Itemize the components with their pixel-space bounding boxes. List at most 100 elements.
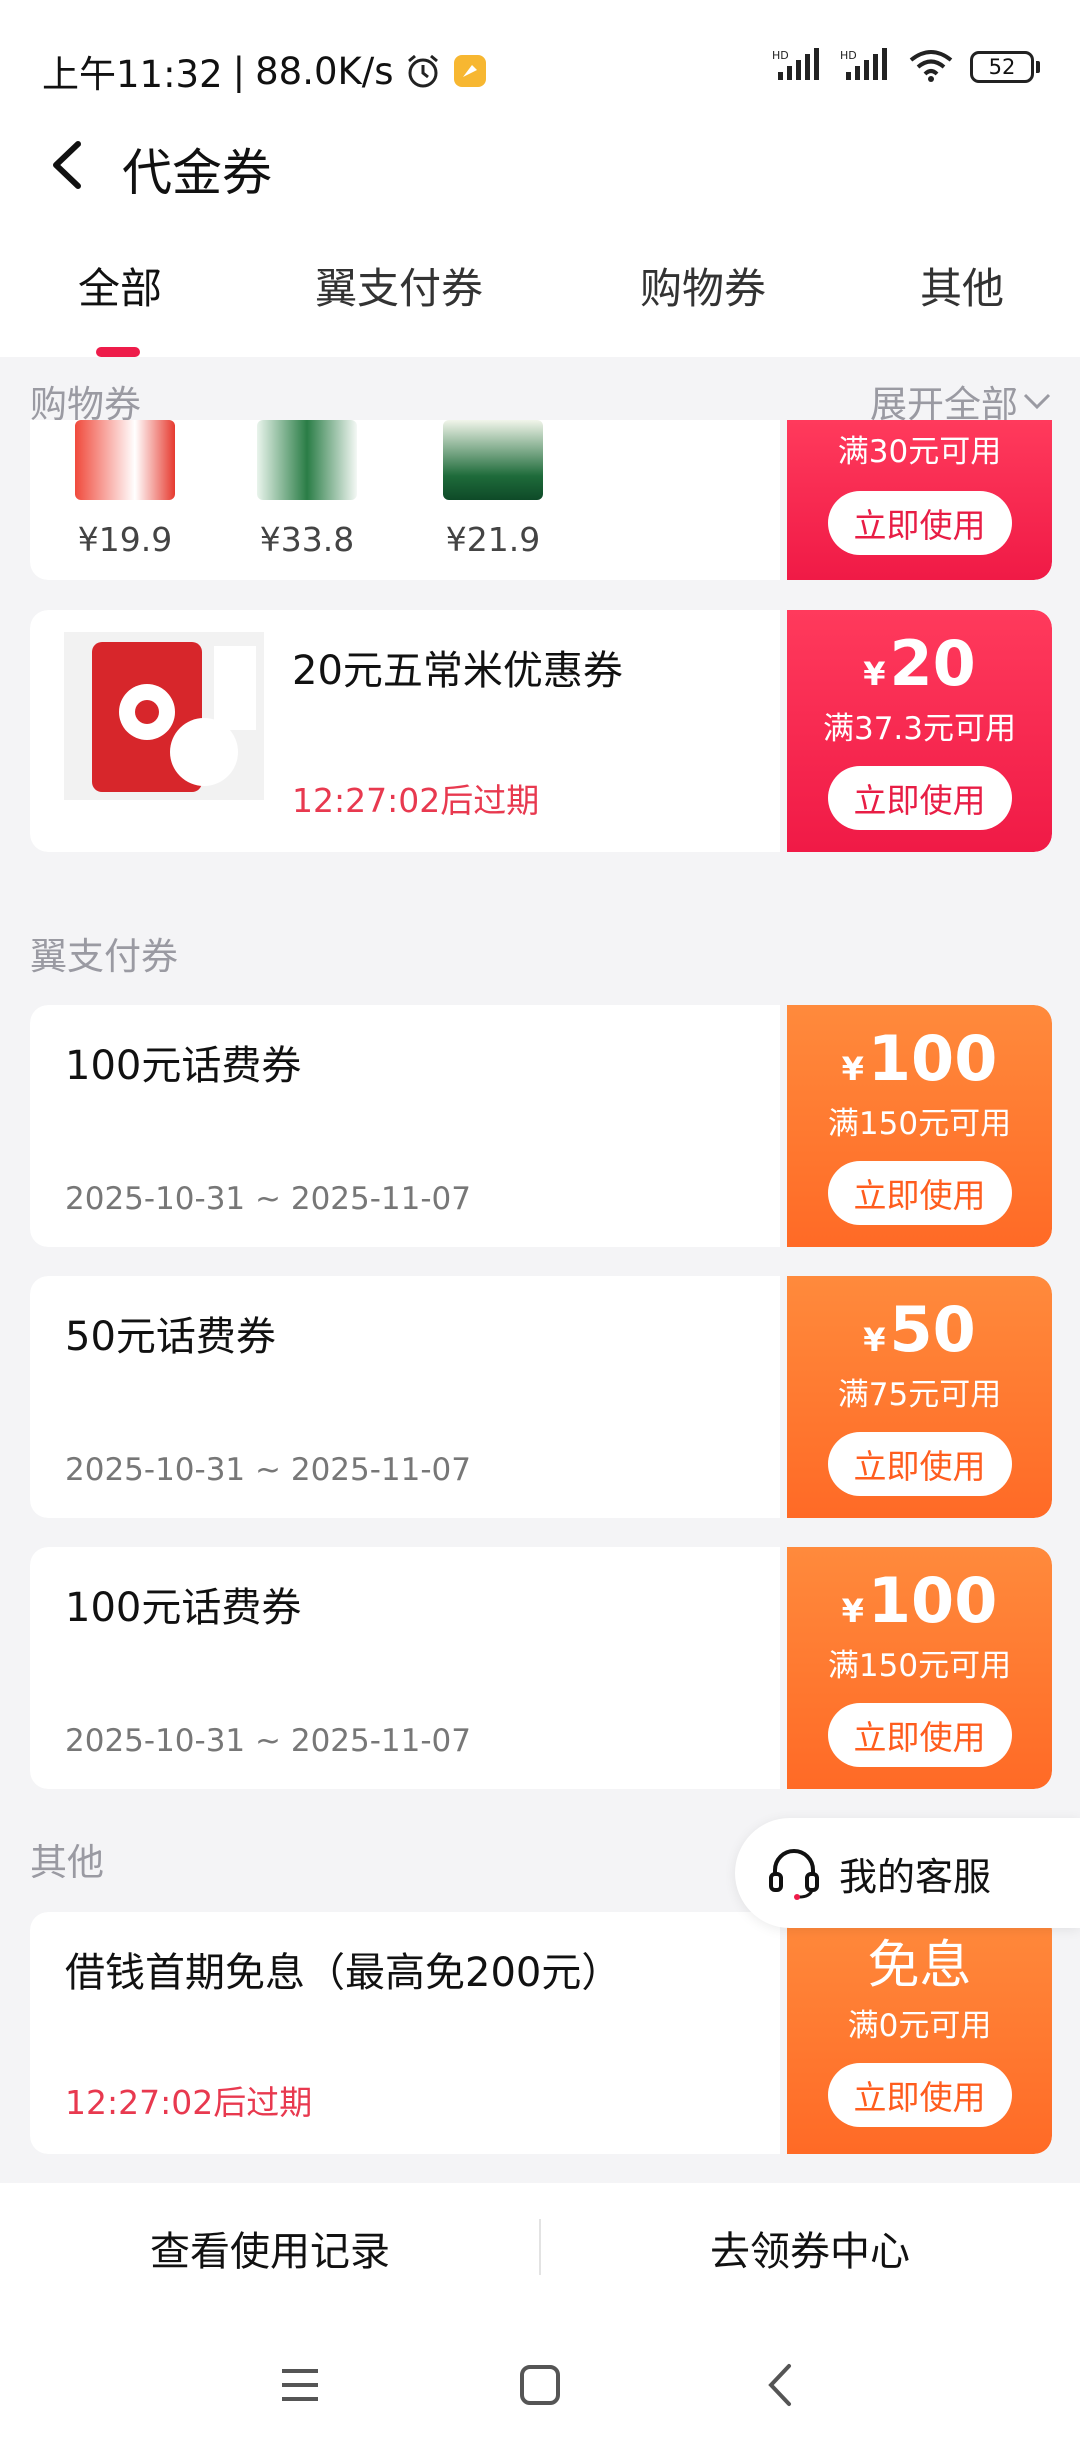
rice-product-image bbox=[64, 632, 264, 832]
back-arrow-icon bbox=[53, 141, 81, 189]
coupon-card-right: 满30元可用 立即使用 bbox=[787, 420, 1052, 580]
coupon-amount-value: 20 bbox=[889, 626, 976, 700]
tab-bar: 全部 翼支付券 购物券 其他 bbox=[0, 255, 1080, 357]
coupon-card-shopping-partial: ¥19.9 ¥33.8 ¥21.9 满30元可用 立即使用 bbox=[30, 420, 1052, 580]
coupon-name: 20元五常米优惠券 bbox=[292, 648, 623, 694]
product-price: ¥33.8 bbox=[259, 520, 355, 559]
coupon-card-left: 20元五常米优惠券 12:27:02后过期 bbox=[30, 610, 780, 852]
milk-product-image bbox=[257, 420, 357, 500]
coupon-card-right: ¥ 100 满150元可用 立即使用 bbox=[787, 1547, 1052, 1789]
product-price: ¥19.9 bbox=[77, 520, 173, 559]
coupon-card-left: ¥19.9 ¥33.8 ¥21.9 bbox=[30, 420, 780, 580]
coupon-valid-date: 2025-10-31 ~ 2025-11-07 bbox=[65, 1723, 471, 1759]
yen-symbol: ¥ bbox=[863, 654, 886, 693]
use-now-button[interactable]: 立即使用 bbox=[827, 1431, 1012, 1496]
coupon-card-rice: 20元五常米优惠券 12:27:02后过期 ¥ 20 满37.3元可用 立即使用 bbox=[30, 610, 1052, 852]
coupon-name: 借钱首期免息（最高免200元） bbox=[65, 1950, 622, 1996]
status-time: 上午11:32 bbox=[42, 53, 223, 96]
use-now-button[interactable]: 立即使用 bbox=[827, 1160, 1012, 1225]
coupon-card-phone-100-b: 100元话费券 2025-10-31 ~ 2025-11-07 ¥ 100 满1… bbox=[30, 1547, 1052, 1789]
coupon-amount: ¥ 100 bbox=[841, 1563, 998, 1637]
coupon-name: 50元话费券 bbox=[65, 1314, 276, 1360]
view-history-button[interactable]: 查看使用记录 bbox=[0, 2183, 540, 2313]
app-notification-icon bbox=[452, 53, 488, 89]
coupon-condition: 满150元可用 bbox=[827, 1647, 1012, 1684]
bottom-action-bar: 查看使用记录 去领券中心 bbox=[0, 2183, 1080, 2313]
alarm-icon bbox=[404, 52, 442, 90]
battery-icon: 52 bbox=[970, 51, 1040, 83]
tab-active-indicator bbox=[96, 347, 140, 357]
coupon-card-phone-50: 50元话费券 2025-10-31 ~ 2025-11-07 ¥ 50 满75元… bbox=[30, 1276, 1052, 1518]
wifi-icon bbox=[908, 48, 954, 86]
headset-icon bbox=[769, 1849, 819, 1900]
back-button[interactable] bbox=[40, 135, 94, 195]
coupon-card-left: 100元话费券 2025-10-31 ~ 2025-11-07 bbox=[30, 1547, 780, 1789]
section-title-other: 其他 bbox=[30, 1841, 104, 1884]
battery-level: 52 bbox=[970, 51, 1034, 83]
coupon-valid-date: 2025-10-31 ~ 2025-11-07 bbox=[65, 1181, 471, 1217]
coupon-expire-countdown: 12:27:02后过期 bbox=[65, 2083, 313, 2122]
status-bar: 上午11:32 | 88.0K/s HD HD 52 bbox=[0, 0, 1080, 135]
coupon-expire-countdown: 12:27:02后过期 bbox=[292, 781, 540, 820]
tab-other[interactable]: 其他 bbox=[920, 255, 1004, 316]
coupon-amount-word: 免息 bbox=[867, 1935, 972, 1996]
coupon-page: 上午11:32 | 88.0K/s HD HD 52 代金券 全部 翼支付券 购… bbox=[0, 0, 1080, 2460]
coupon-card-right: ¥ 100 满150元可用 立即使用 bbox=[787, 1005, 1052, 1247]
coupon-amount: ¥ 100 bbox=[841, 1021, 998, 1095]
yen-symbol: ¥ bbox=[841, 1591, 864, 1630]
menu-nav-button[interactable] bbox=[265, 2355, 335, 2415]
system-nav-bar bbox=[0, 2313, 1080, 2460]
status-speed: 88.0K/s bbox=[255, 49, 394, 93]
customer-service-label: 我的客服 bbox=[839, 1854, 992, 1899]
coupon-center-button[interactable]: 去领券中心 bbox=[540, 2183, 1080, 2313]
yen-symbol: ¥ bbox=[841, 1049, 864, 1088]
status-left: 上午11:32 | 88.0K/s bbox=[42, 44, 488, 98]
milk-product-image bbox=[75, 420, 175, 500]
back-nav-button[interactable] bbox=[745, 2355, 815, 2415]
status-separator: | bbox=[232, 49, 246, 93]
menu-icon bbox=[282, 2369, 318, 2401]
use-now-button[interactable]: 立即使用 bbox=[827, 765, 1012, 830]
svg-text:HD: HD bbox=[840, 49, 857, 62]
back-chevron-icon bbox=[768, 2364, 791, 2406]
coupon-condition: 满0元可用 bbox=[847, 2007, 992, 2044]
coupon-name: 100元话费券 bbox=[65, 1585, 302, 1631]
coupon-name: 100元话费券 bbox=[65, 1043, 302, 1089]
coupon-card-loan: 借钱首期免息（最高免200元） 12:27:02后过期 免息 满0元可用 立即使… bbox=[30, 1912, 1052, 2154]
product-item[interactable]: ¥21.9 bbox=[438, 420, 548, 559]
coupon-card-left: 50元话费券 2025-10-31 ~ 2025-11-07 bbox=[30, 1276, 780, 1518]
tab-shopping[interactable]: 购物券 bbox=[640, 255, 766, 316]
home-nav-button[interactable] bbox=[505, 2355, 575, 2415]
coupon-amount: 免息 bbox=[867, 1940, 971, 1992]
coupon-card-right: ¥ 50 满75元可用 立即使用 bbox=[787, 1276, 1052, 1518]
coupon-amount: ¥ 50 bbox=[863, 1292, 976, 1366]
yen-symbol: ¥ bbox=[863, 1320, 886, 1359]
coupon-card-left: 100元话费券 2025-10-31 ~ 2025-11-07 bbox=[30, 1005, 780, 1247]
title-bar: 代金券 bbox=[0, 125, 1080, 205]
svg-text:HD: HD bbox=[772, 49, 789, 62]
status-right: HD HD 52 bbox=[772, 48, 1040, 86]
tab-yizhifu[interactable]: 翼支付券 bbox=[315, 255, 483, 316]
customer-service-button[interactable]: 我的客服 bbox=[735, 1818, 1080, 1928]
signal-hd-icon: HD bbox=[772, 48, 824, 86]
coupon-condition: 满30元可用 bbox=[837, 434, 1002, 470]
tab-all[interactable]: 全部 bbox=[78, 255, 162, 316]
page-title: 代金券 bbox=[122, 144, 272, 202]
coupon-valid-date: 2025-10-31 ~ 2025-11-07 bbox=[65, 1452, 471, 1488]
coupon-amount-value: 100 bbox=[867, 1021, 998, 1095]
signal-hd-icon-2: HD bbox=[840, 48, 892, 86]
use-now-button[interactable]: 立即使用 bbox=[827, 2062, 1012, 2127]
use-now-button[interactable]: 立即使用 bbox=[827, 1702, 1012, 1767]
use-now-button[interactable]: 立即使用 bbox=[827, 491, 1012, 555]
product-item[interactable]: ¥33.8 bbox=[252, 420, 362, 559]
product-price: ¥21.9 bbox=[445, 520, 541, 559]
coupon-card-right: ¥ 20 满37.3元可用 立即使用 bbox=[787, 610, 1052, 852]
coupon-card-right: 免息 满0元可用 立即使用 bbox=[787, 1912, 1052, 2154]
coupon-amount-value: 50 bbox=[889, 1292, 976, 1366]
coupon-card-phone-100: 100元话费券 2025-10-31 ~ 2025-11-07 ¥ 100 满1… bbox=[30, 1005, 1052, 1247]
coupon-card-left: 借钱首期免息（最高免200元） 12:27:02后过期 bbox=[30, 1912, 780, 2154]
coupon-amount-value: 100 bbox=[867, 1563, 998, 1637]
coupon-condition: 满150元可用 bbox=[827, 1105, 1012, 1142]
product-item[interactable]: ¥19.9 bbox=[70, 420, 180, 559]
coupon-amount: ¥ 20 bbox=[863, 626, 976, 700]
